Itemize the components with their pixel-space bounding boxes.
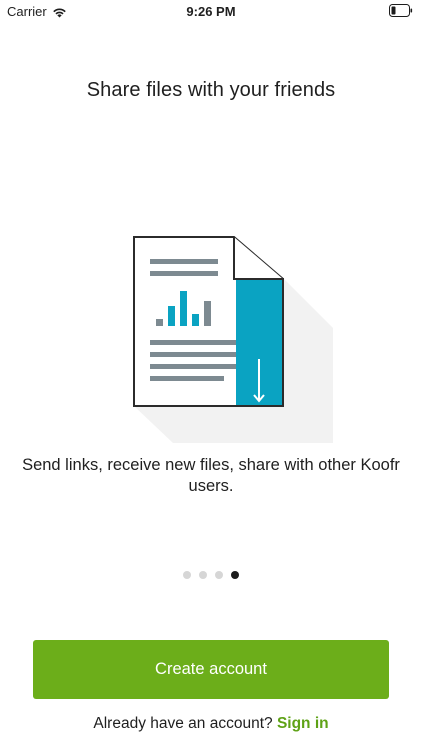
signin-link[interactable]: Sign in: [277, 715, 329, 732]
page-dot-1[interactable]: [183, 571, 191, 579]
onboarding-description: Send links, receive new files, share wit…: [22, 456, 400, 495]
page-dot-2[interactable]: [199, 571, 207, 579]
shared-document-icon: [128, 233, 338, 463]
battery-icon: [389, 4, 413, 17]
page-dot-4-active[interactable]: [231, 571, 239, 579]
signin-prompt: Already have an account?: [93, 715, 273, 732]
status-bar: Carrier 9:26 PM: [0, 0, 422, 24]
page-dot-3[interactable]: [215, 571, 223, 579]
create-account-button[interactable]: Create account: [33, 640, 389, 699]
page-indicator[interactable]: [0, 571, 422, 579]
page-title: Share files with your friends: [86, 79, 336, 101]
signin-row: Already have an account? Sign in: [0, 715, 422, 733]
clock-time: 9:26 PM: [186, 4, 236, 19]
